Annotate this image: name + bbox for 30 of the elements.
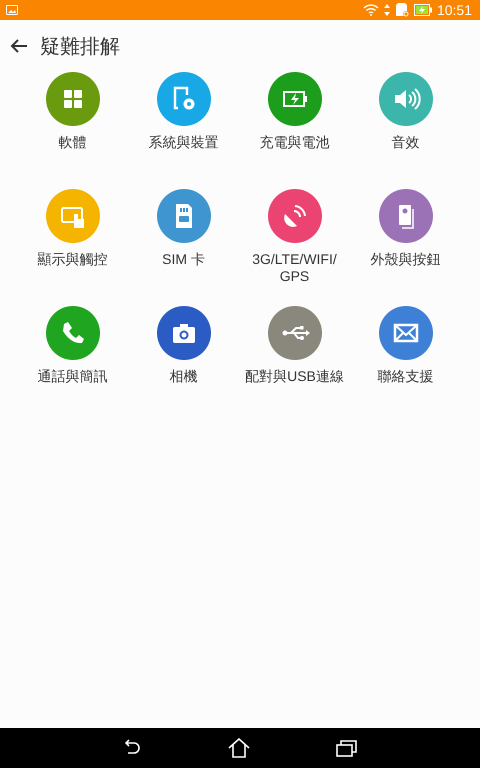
satellite-dish-icon[interactable] — [268, 189, 322, 243]
category-label[interactable]: 外殼與按鈕 — [370, 251, 440, 268]
category-label[interactable]: 配對與USB連線 — [245, 368, 344, 385]
speaker-icon[interactable] — [378, 72, 432, 126]
apps-icon[interactable] — [46, 72, 100, 126]
category-label[interactable]: 3G/LTE/WIFI/ GPS — [252, 251, 337, 285]
category-label[interactable]: 音效 — [392, 134, 420, 151]
phone-back-icon[interactable] — [378, 189, 432, 243]
phone-gear-icon[interactable] — [156, 72, 210, 126]
category-label[interactable]: 通話與簡訊 — [38, 368, 108, 385]
clock: 10:51 — [436, 2, 472, 18]
category-label[interactable]: 顯示與觸控 — [38, 251, 108, 268]
category-label[interactable]: 軟體 — [58, 134, 86, 151]
gallery-icon — [6, 5, 18, 15]
wifi-icon — [362, 4, 379, 16]
category-label[interactable]: 系統與裝置 — [148, 134, 218, 151]
sd-card-icon — [394, 3, 409, 17]
sim-card-icon[interactable] — [156, 189, 210, 243]
camera-icon[interactable] — [156, 306, 210, 360]
battery-charging-icon — [414, 4, 432, 16]
envelope-icon[interactable] — [378, 306, 432, 360]
category-label[interactable]: 聯絡支援 — [378, 368, 434, 385]
category-label[interactable]: 相機 — [170, 368, 198, 385]
category-label[interactable]: SIM 卡 — [162, 251, 205, 268]
phone-icon[interactable] — [46, 306, 100, 360]
category-label[interactable]: 充電與電池 — [260, 134, 330, 151]
usb-icon[interactable] — [268, 306, 322, 360]
page-title: 疑難排解 — [40, 34, 120, 60]
data-arrows-icon — [384, 4, 390, 16]
battery-icon[interactable] — [268, 72, 322, 126]
